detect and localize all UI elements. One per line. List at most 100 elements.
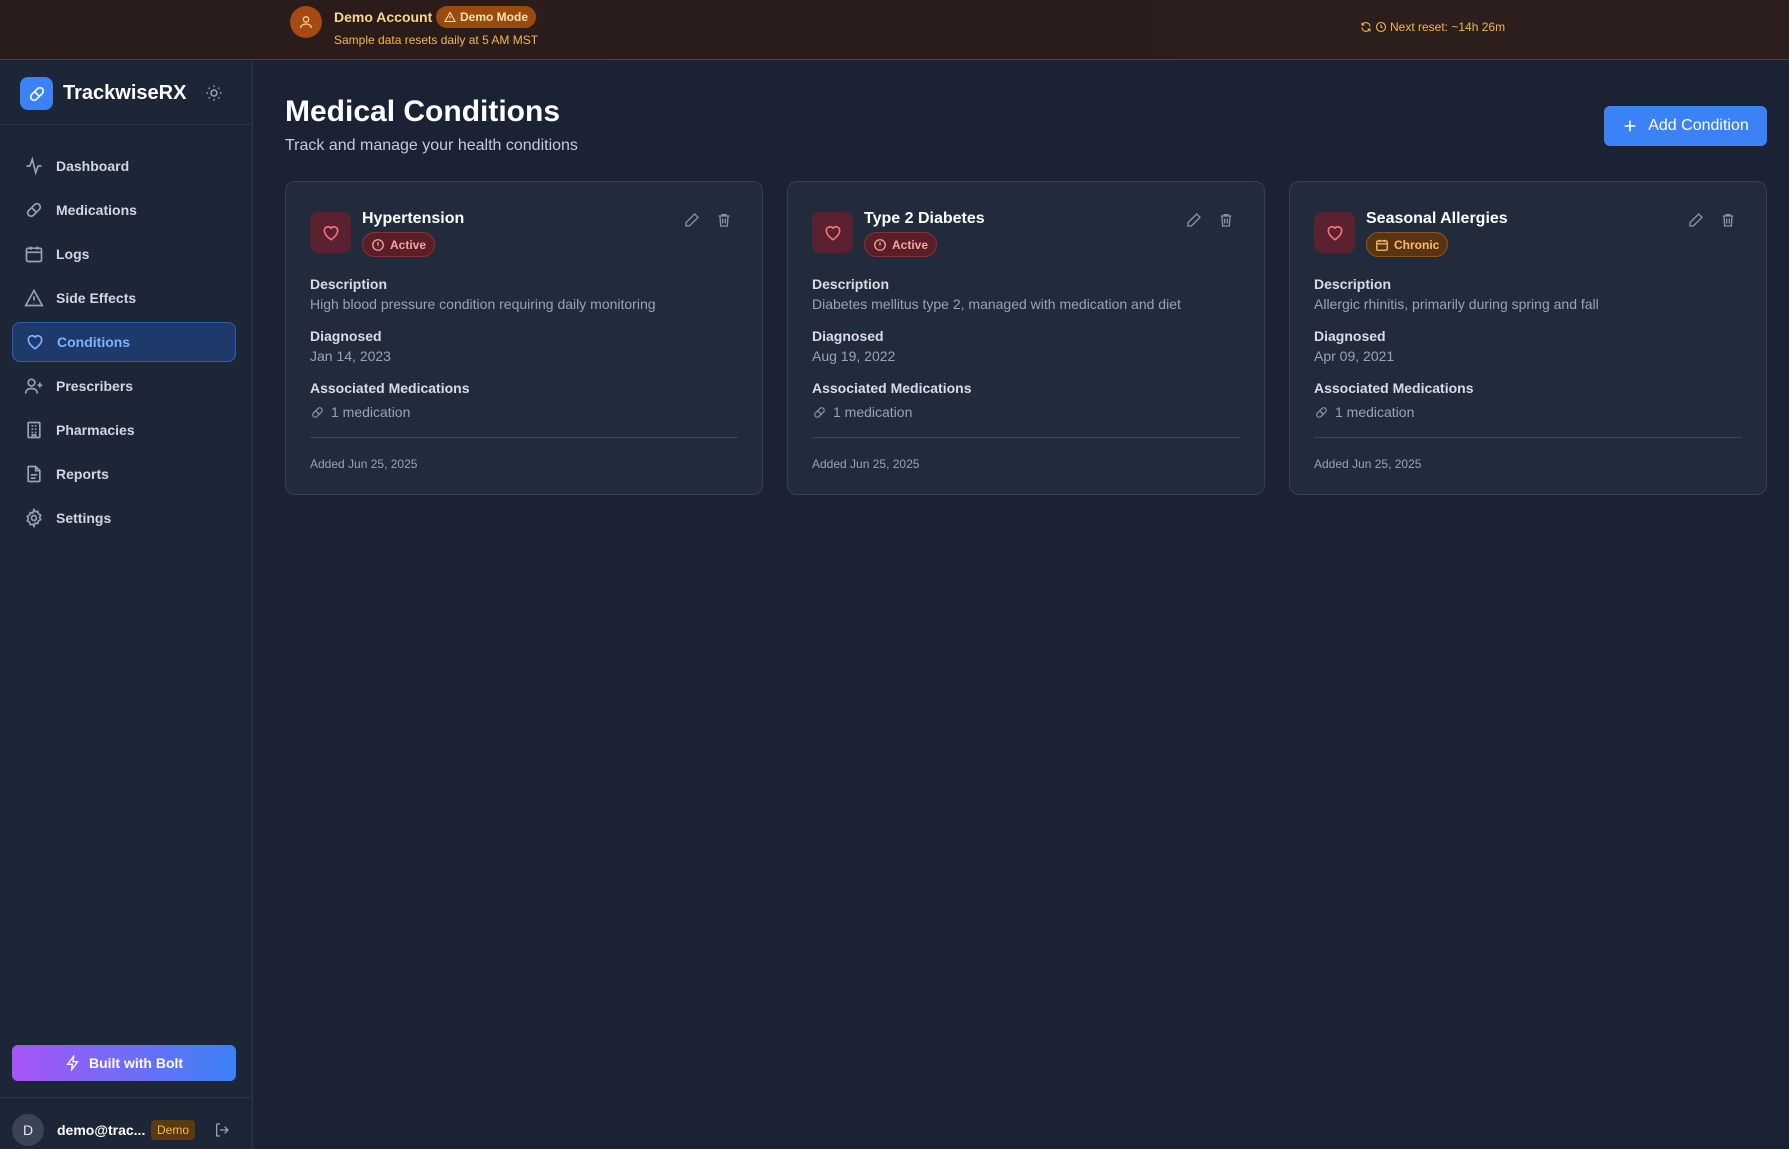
brand[interactable]: TrackwiseRX xyxy=(20,77,186,110)
description-value: Diabetes mellitus type 2, managed with m… xyxy=(812,296,1181,312)
medication-count-text: 1 medication xyxy=(833,404,913,420)
heart-icon xyxy=(812,212,853,253)
medication-count: 1 medication xyxy=(1314,404,1414,420)
demo-mode-badge: Demo Mode xyxy=(436,6,537,28)
diagnosed-value: Aug 19, 2022 xyxy=(812,348,896,364)
reset-timer: Next reset: ~14h 26m xyxy=(1360,20,1505,34)
condition-name: Hypertension xyxy=(362,210,465,227)
diagnosed-value: Apr 09, 2021 xyxy=(1314,348,1395,364)
card-divider xyxy=(310,437,738,438)
sidebar-divider xyxy=(0,124,253,125)
add-condition-button[interactable]: Add Condition xyxy=(1604,106,1767,146)
diagnosed-value: Jan 14, 2023 xyxy=(310,348,391,364)
activity-icon xyxy=(26,156,42,176)
sidebar-item-label: Medications xyxy=(56,202,137,218)
condition-card[interactable]: Type 2 Diabetes Active Description Diabe… xyxy=(787,181,1265,495)
added-date: Added Jun 25, 2025 xyxy=(310,457,418,471)
sidebar-item-logs[interactable]: Logs xyxy=(12,234,236,274)
medication-count: 1 medication xyxy=(310,404,410,420)
pill-logo-icon xyxy=(20,77,53,110)
sidebar-nav: Dashboard Medications Logs Side Effects … xyxy=(12,146,236,542)
trash-icon[interactable] xyxy=(1720,212,1736,228)
sidebar-item-conditions[interactable]: Conditions xyxy=(12,322,236,362)
edit-icon[interactable] xyxy=(1688,212,1704,228)
description-value: High blood pressure condition requiring … xyxy=(310,296,656,312)
status-badge: Chronic xyxy=(1366,232,1449,257)
calendar-icon xyxy=(1376,239,1388,251)
pill-icon xyxy=(26,202,42,218)
description-label: Description xyxy=(812,276,890,292)
trash-icon[interactable] xyxy=(1218,212,1234,228)
card-divider xyxy=(812,437,1240,438)
condition-name: Type 2 Diabetes xyxy=(864,210,985,227)
bolt-label: Built with Bolt xyxy=(88,1055,184,1071)
sidebar-item-label: Conditions xyxy=(57,334,131,350)
gear-icon xyxy=(26,508,42,528)
sidebar-item-label: Reports xyxy=(56,466,109,482)
sidebar-item-label: Side Effects xyxy=(56,290,137,306)
demo-mode-label: Demo Mode xyxy=(460,10,529,24)
sidebar-item-dashboard[interactable]: Dashboard xyxy=(12,146,236,186)
sidebar-item-settings[interactable]: Settings xyxy=(12,498,236,538)
sidebar-item-prescribers[interactable]: Prescribers xyxy=(12,366,236,406)
brand-name: TrackwiseRX xyxy=(63,82,187,104)
user-plus-icon xyxy=(24,378,43,394)
bolt-icon xyxy=(66,1055,79,1071)
sidebar-item-side-effects[interactable]: Side Effects xyxy=(12,278,236,318)
built-with-bolt-button[interactable]: Built with Bolt xyxy=(12,1045,236,1081)
associated-medications-label: Associated Medications xyxy=(310,380,470,396)
page-title: Medical Conditions xyxy=(285,95,561,128)
heart-icon xyxy=(310,212,351,253)
sidebar: TrackwiseRX Dashboard Medications Logs S… xyxy=(0,61,253,1149)
file-text-icon xyxy=(27,465,41,483)
main-content: Medical Conditions Track and manage your… xyxy=(254,61,1789,1149)
trash-icon[interactable] xyxy=(716,212,732,228)
logout-icon[interactable] xyxy=(214,1122,230,1138)
sidebar-item-label: Dashboard xyxy=(56,158,130,174)
added-date: Added Jun 25, 2025 xyxy=(812,457,920,471)
medication-count-text: 1 medication xyxy=(331,404,411,420)
status-badge: Active xyxy=(362,232,436,257)
demo-badge: Demo xyxy=(151,1120,196,1140)
edit-icon[interactable] xyxy=(1186,212,1202,228)
sidebar-item-label: Settings xyxy=(56,510,112,526)
demo-subtitle: Sample data resets daily at 5 AM MST xyxy=(334,33,539,47)
page-subtitle: Track and manage your health conditions xyxy=(285,137,578,154)
user-email: demo@trac... xyxy=(57,1122,146,1138)
avatar[interactable]: D xyxy=(12,1114,44,1146)
heart-icon xyxy=(27,334,43,350)
condition-card[interactable]: Hypertension Active Description High blo… xyxy=(285,181,763,495)
pill-icon xyxy=(814,406,825,418)
diagnosed-label: Diagnosed xyxy=(310,328,382,344)
demo-banner: Demo Account Demo Mode Sample data reset… xyxy=(0,0,1789,60)
associated-medications-label: Associated Medications xyxy=(812,380,972,396)
clock-icon xyxy=(1375,21,1387,33)
card-divider xyxy=(1314,437,1742,438)
edit-icon[interactable] xyxy=(684,212,700,228)
sun-icon[interactable] xyxy=(205,84,223,102)
status-label: Active xyxy=(390,237,427,252)
user-icon xyxy=(290,6,322,38)
description-value: Allergic rhinitis, primarily during spri… xyxy=(1314,296,1599,312)
description-label: Description xyxy=(1314,276,1392,292)
condition-name: Seasonal Allergies xyxy=(1366,210,1508,227)
description-label: Description xyxy=(310,276,388,292)
building-icon xyxy=(27,421,41,439)
diagnosed-label: Diagnosed xyxy=(1314,328,1386,344)
sidebar-item-label: Prescribers xyxy=(56,378,134,394)
sidebar-item-label: Pharmacies xyxy=(56,422,135,438)
calendar-icon xyxy=(25,246,43,263)
sidebar-item-pharmacies[interactable]: Pharmacies xyxy=(12,410,236,450)
added-date: Added Jun 25, 2025 xyxy=(1314,457,1422,471)
sidebar-item-label: Logs xyxy=(56,246,90,262)
status-label: Chronic xyxy=(1394,237,1440,252)
plus-icon xyxy=(1624,120,1636,132)
refresh-icon xyxy=(1361,22,1371,32)
sidebar-item-medications[interactable]: Medications xyxy=(12,190,236,230)
demo-account-title: Demo Account xyxy=(334,9,433,25)
diagnosed-label: Diagnosed xyxy=(812,328,884,344)
alert-circle-icon xyxy=(372,238,384,251)
condition-card[interactable]: Seasonal Allergies Chronic Description A… xyxy=(1289,181,1767,495)
sidebar-item-reports[interactable]: Reports xyxy=(12,454,236,494)
alert-triangle-icon xyxy=(24,288,44,307)
